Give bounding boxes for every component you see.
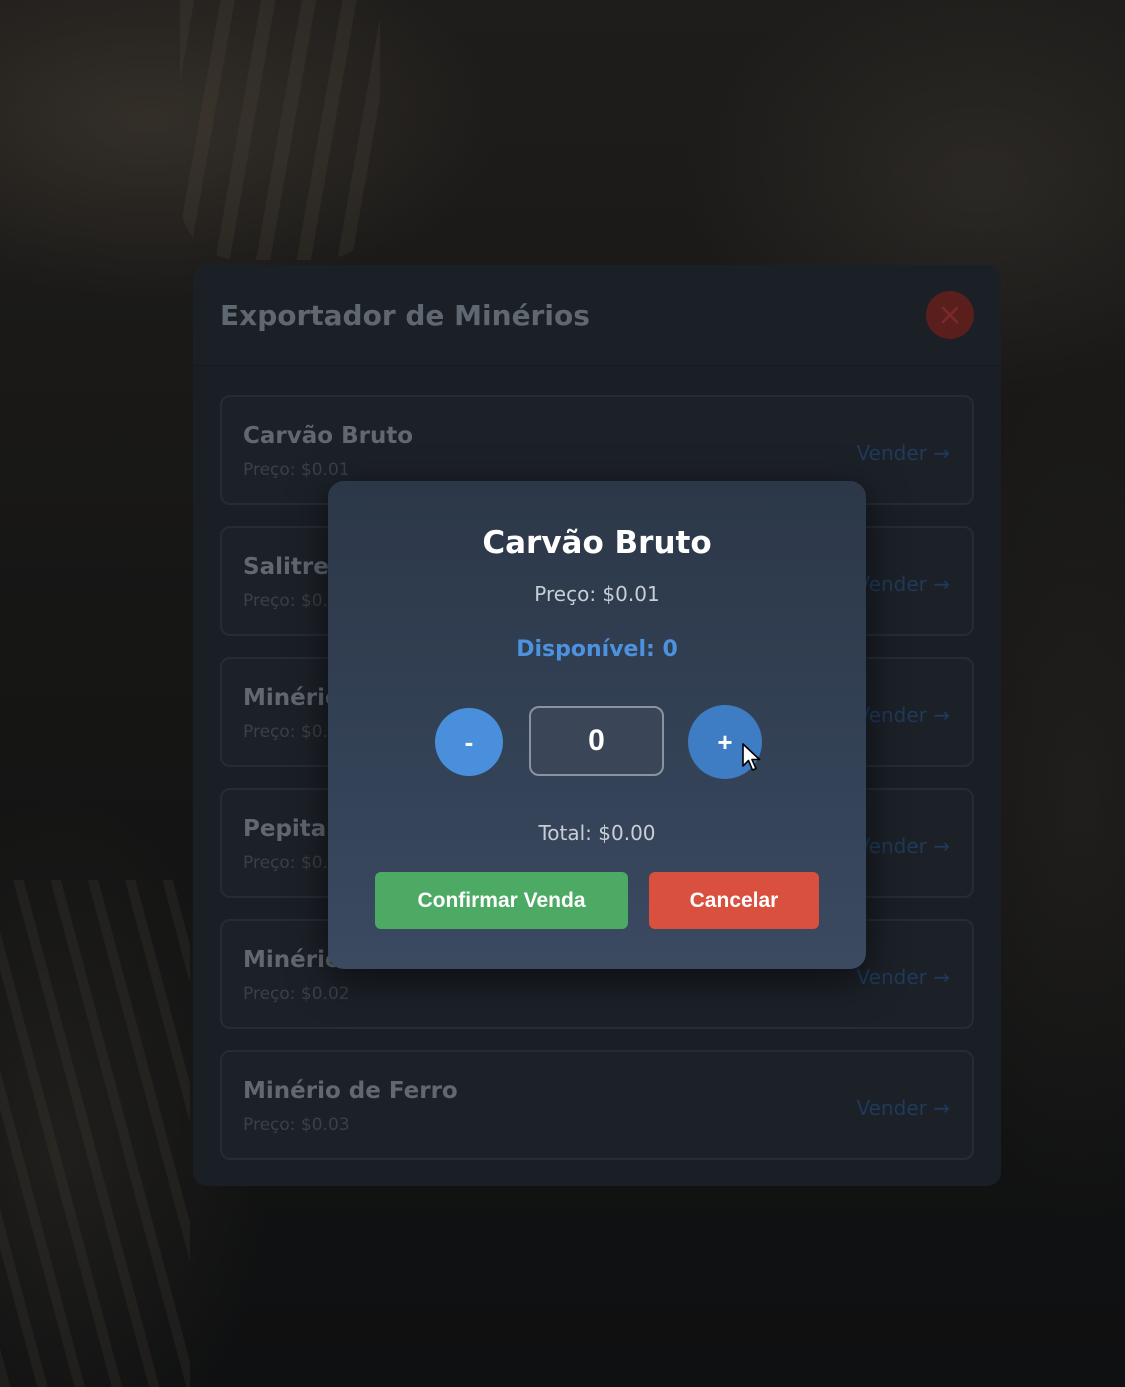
sell-button[interactable]: Vender → [857, 1096, 950, 1120]
total-price: Total: $0.00 [538, 821, 656, 845]
sell-button[interactable]: Vender → [857, 703, 950, 727]
item-name: Carvão Bruto [243, 423, 414, 449]
available-quantity: Disponível: 0 [516, 637, 678, 662]
sell-button[interactable]: Vender → [857, 834, 950, 858]
close-icon [941, 306, 959, 324]
list-item: Minério de Ferro Preço: $0.03 Vender → [220, 1050, 974, 1160]
item-price: Preço: $0.01 [243, 460, 350, 480]
item-name: Minério [243, 947, 341, 973]
quantity-input[interactable] [529, 706, 664, 776]
cancel-button[interactable]: Cancelar [649, 872, 819, 929]
panel-title: Exportador de Minérios [220, 299, 590, 332]
item-price: Preço: $0.1 [243, 591, 339, 611]
sell-modal: Carvão Bruto Preço: $0.01 Disponível: 0 … [328, 481, 866, 969]
sell-button[interactable]: Vender → [857, 572, 950, 596]
confirm-sale-button[interactable]: Confirmar Venda [375, 872, 628, 929]
item-price: Preço: $0.03 [243, 1115, 350, 1135]
sell-button[interactable]: Vender → [857, 965, 950, 989]
sell-button[interactable]: Vender → [857, 441, 950, 465]
panel-header: Exportador de Minérios [193, 265, 1001, 366]
decrement-button[interactable]: - [435, 708, 503, 776]
item-name: Minério [243, 685, 341, 711]
item-price: Preço: $0.02 [243, 984, 350, 1004]
item-name: Salitre [243, 554, 329, 580]
item-price: Preço: $0.0 [243, 722, 339, 742]
item-price: Preço: $0.0 [243, 853, 339, 873]
modal-price: Preço: $0.01 [534, 582, 660, 606]
mouse-cursor-icon [742, 743, 761, 771]
close-button[interactable] [926, 291, 974, 339]
modal-title: Carvão Bruto [482, 525, 712, 561]
item-name: Minério de Ferro [243, 1078, 458, 1104]
